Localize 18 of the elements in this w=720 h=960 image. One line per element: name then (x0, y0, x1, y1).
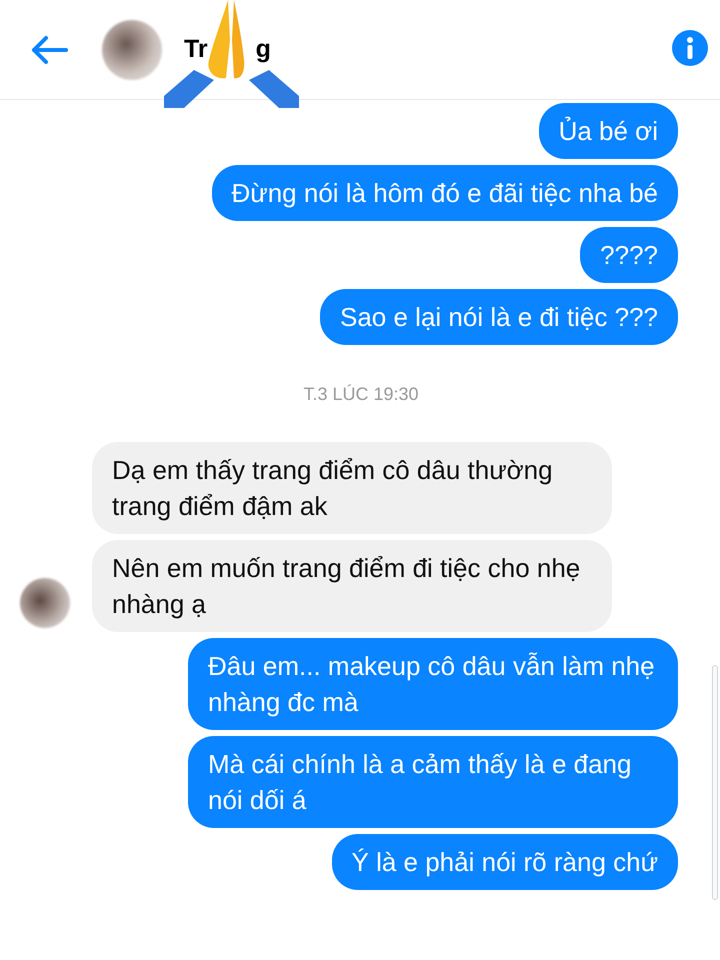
sent-message-bubble: Ủa bé ơi (538, 103, 678, 159)
avatar[interactable] (102, 20, 162, 80)
sent-message-bubble: Ý là e phải nói rõ ràng chứ (332, 834, 678, 890)
received-message-bubble: Nên em muốn trang điểm đi tiệc cho nhẹ nhàng ạ (92, 540, 612, 632)
sent-message-bubble: Sao e lại nói là e đi tiệc ??? (320, 289, 678, 345)
sent-message-bubble: ???? (580, 227, 678, 283)
sent-message-bubble: Đâu em... makeup cô dâu vẫn làm nhẹ nhàng đc mà (188, 638, 678, 730)
scrollbar[interactable] (712, 665, 718, 900)
back-icon[interactable] (30, 34, 68, 64)
sent-message-bubble: Mà cái chính là a cảm thấy là e đang nói dối á (188, 736, 678, 828)
contact-name: g (256, 34, 271, 65)
praying-hands-icon (164, 0, 299, 108)
sent-message-bubble: Đừng nói là hôm đó e đãi tiệc nha bé (212, 165, 678, 221)
contact-name: Tr (184, 34, 208, 65)
avatar[interactable] (20, 578, 70, 628)
info-icon[interactable] (672, 30, 708, 66)
timestamp: T.3 LÚC 19:30 (303, 383, 419, 406)
received-message-bubble: Dạ em thấy trang điểm cô dâu thường trang điểm đậm ak (92, 442, 612, 534)
